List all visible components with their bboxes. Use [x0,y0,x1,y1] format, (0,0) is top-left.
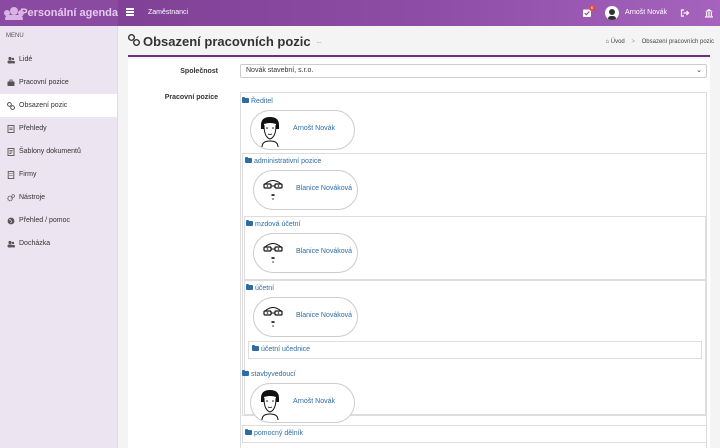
sidebar-item-label: Přehled / pomoc [19,217,70,224]
female-avatar-icon [263,307,283,327]
app-title: Personální agenda [20,7,118,19]
tree-node-label: administrativní pozice [254,158,322,165]
document-icon [7,124,15,133]
sidebar-item-overviews[interactable]: Přehledy [0,117,117,140]
folder-icon [245,428,252,435]
tree-node-label: účetní [255,285,275,292]
breadcrumb-home[interactable]: Úvod [611,39,625,45]
folder-icon [246,283,253,290]
female-avatar-icon [263,243,283,263]
position-tree: Ředitel Arnošt Novák administrativní poz… [240,92,707,448]
male-avatar-icon [261,390,279,420]
breadcrumb-separator: > [631,39,635,45]
person-name: Blanice Nováková [296,185,353,192]
folder-icon [246,219,253,226]
file-text-icon [7,147,15,156]
menu-heading: MENU [6,33,24,39]
sidebar-item-label: Docházka [19,240,51,247]
person-card-admin[interactable]: Blanice Nováková [253,170,358,210]
nav-employees[interactable]: Zaměstnanci [148,9,188,16]
page-title-suffix: ... [316,38,322,45]
folder-icon [242,369,249,376]
tree-node-helper[interactable]: pomocný dělník [245,428,304,437]
chevron-down-icon: ⌄ [696,67,702,74]
institution-icon[interactable] [704,8,714,18]
sidebar-item-positions[interactable]: Pracovní pozice [0,71,117,94]
user-name[interactable]: Arnošt Novák [625,9,667,16]
tree-node-accountant[interactable]: účetní [246,283,275,292]
notification-badge: 6 [589,5,595,11]
tree-branch-admin: administrativní pozice Blanice Nováková … [242,153,707,416]
tree-node-site-manager[interactable]: stavbyvedoucí [242,369,296,378]
tree-node-label: pomocný dělník [254,430,304,437]
hamburger-menu-icon[interactable] [126,8,134,16]
tree-node-label: Ředitel [251,98,273,105]
sidebar-item-people[interactable]: Lidé [0,48,117,71]
person-card-accountant[interactable]: Blanice Nováková [253,297,358,337]
person-card-director[interactable]: Arnošt Novák [250,110,355,150]
person-name: Arnošt Novák [293,125,336,132]
page-title-text: Obsazení pracovních pozic [143,34,311,49]
sidebar-item-label: Lidé [19,56,33,63]
sidebar-item-tools[interactable]: Nástroje [0,186,117,209]
positions-label: Pracovní pozice [164,94,218,101]
page-title: Obsazení pracovních pozic ... [127,33,322,49]
title-divider [128,55,710,57]
sidebar: MENU Lidé Pracovní pozice Obsazení pozic… [0,26,118,448]
company-select[interactable]: Novák stavební, s.r.o. ⌄ [240,64,707,78]
link-icon [7,101,15,110]
sidebar-item-help[interactable]: Přehled / pomoc [0,209,117,232]
briefcase-icon [7,79,15,87]
users-icon [7,56,15,64]
person-name: Blanice Nováková [296,312,353,319]
person-name: Arnošt Novák [293,398,336,405]
brand[interactable]: Personální agenda [0,0,118,26]
company-select-value: Novák stavební, s.r.o. [246,67,314,74]
person-name: Blanice Nováková [296,248,353,255]
sidebar-item-label: Obsazení pozic [19,102,68,109]
tree-branch-apprentice: účetní učednice [248,341,702,359]
female-avatar-icon [263,180,283,200]
home-icon[interactable]: ⌂ [605,39,609,45]
sidebar-item-companies[interactable]: Firmy [0,163,117,186]
breadcrumb-current: Obsazení pracovních pozic [641,39,714,45]
users-logo-icon [4,6,24,20]
sidebar-item-document-templates[interactable]: Šablony dokumentů [0,140,117,163]
sidebar-item-label: Pracovní pozice [19,79,69,86]
building-icon [7,170,15,179]
sidebar-item-label: Šablony dokumentů [19,148,81,155]
globe-icon [7,217,15,225]
tree-node-apprentice[interactable]: účetní učednice [252,344,311,353]
person-card-payroll[interactable]: Blanice Nováková [253,233,358,273]
breadcrumb: ⌂ Úvod > Obsazení pracovních pozic [605,39,714,45]
main-content: Obsazení pracovních pozic ... ⌂ Úvod > O… [118,26,720,448]
users-icon [7,240,15,248]
folder-icon [242,96,249,103]
tree-node-director[interactable]: Ředitel [242,96,273,105]
logout-icon[interactable] [680,8,690,18]
user-avatar[interactable] [605,6,619,20]
folder-icon [245,156,252,163]
top-bar: Personální agenda Zaměstnanci 6 Arnošt N… [0,0,720,26]
sidebar-item-label: Přehledy [19,125,47,132]
tree-node-payroll[interactable]: mzdová účetní [246,219,301,228]
male-avatar-icon [261,117,279,147]
sidebar-item-label: Nástroje [19,194,46,201]
link-icon [127,33,141,49]
person-card-site-manager[interactable]: Arnošt Novák [250,383,355,423]
tree-branch-helper: pomocný dělník [242,425,707,443]
sidebar-item-label: Firmy [19,171,37,178]
folder-icon [252,344,259,351]
tree-node-admin[interactable]: administrativní pozice [245,156,322,165]
cogs-icon [7,193,16,202]
sidebar-item-attendance[interactable]: Docházka [0,232,117,255]
tree-node-label: účetní učednice [261,346,311,353]
form-panel: Společnost Novák stavební, s.r.o. ⌄ Prac… [128,59,710,448]
company-label: Společnost [180,68,218,75]
tree-branch-payroll: mzdová účetní Blanice Nováková [244,216,706,280]
tree-node-label: mzdová účetní [255,221,301,228]
tree-node-label: stavbyvedoucí [251,371,296,378]
sidebar-item-position-assignment[interactable]: Obsazení pozic [0,94,117,117]
